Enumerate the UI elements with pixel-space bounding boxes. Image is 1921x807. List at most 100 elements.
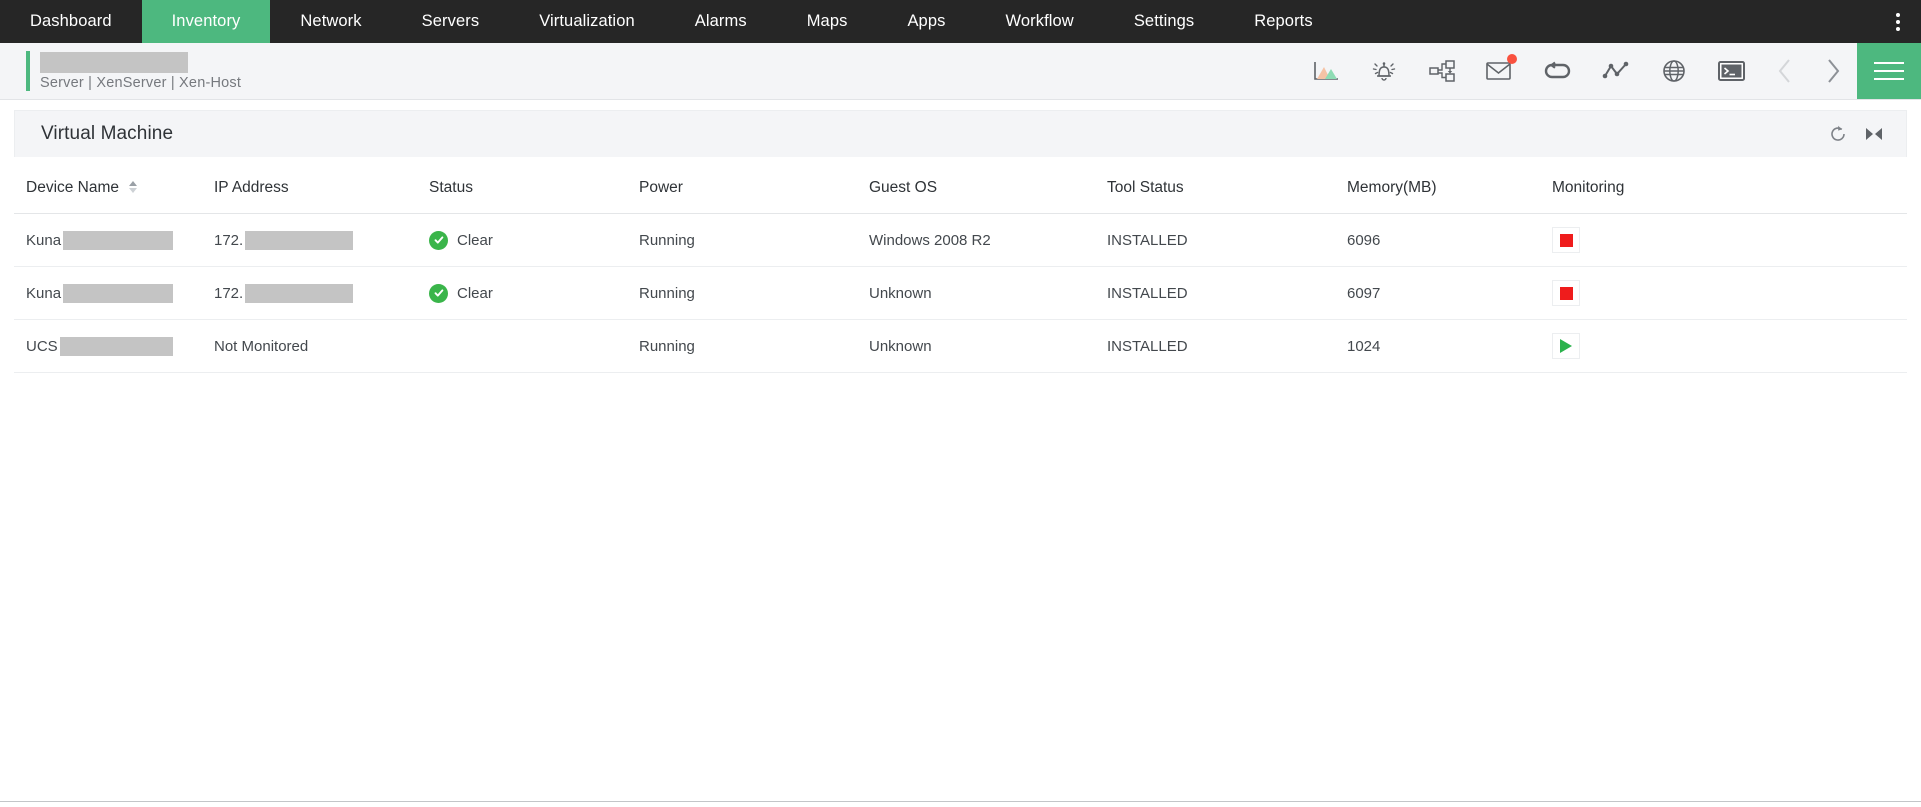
cell-tool-status: INSTALLED [1107,266,1347,320]
mail-icon[interactable] [1471,43,1529,100]
nav-item-dashboard[interactable]: Dashboard [0,0,142,43]
cell-status: Clear [429,213,639,267]
chevron-left-icon[interactable] [1761,43,1809,100]
cell-device-name: Kuna [14,266,214,320]
status-badge: Clear [429,230,639,250]
cell-device-name: UCS [14,319,214,373]
hamburger-line [1874,62,1904,64]
nav-item-workflow[interactable]: Workflow [975,0,1103,43]
play-triangle-glyph [1560,339,1572,353]
nav-item-apps[interactable]: Apps [877,0,975,43]
column-header-monitoring[interactable]: Monitoring [1552,157,1907,214]
breadcrumb-accent-bar [26,51,30,91]
status-badge: Clear [429,283,639,303]
collapse-expand-icon[interactable] [1864,124,1884,144]
play-triangle-icon[interactable] [1552,333,1580,359]
cell-tool-status: INSTALLED [1107,319,1347,373]
column-header-device-name[interactable]: Device Name [14,157,214,214]
device-name-text: Kuna [26,231,62,249]
cell-ip-address: 172. [214,266,429,320]
cell-guest-os: Unknown [869,319,1107,373]
check-circle-icon [429,230,448,250]
device-name-wrap: Kuna [26,283,214,303]
footer-divider [0,801,1921,802]
workflow-icon[interactable] [1413,43,1471,100]
cell-guest-os: Unknown [869,266,1107,320]
nav-item-maps[interactable]: Maps [777,0,878,43]
cell-monitoring [1552,319,1907,373]
hamburger-line [1874,70,1904,72]
column-header-ip-address[interactable]: IP Address [214,157,429,214]
header-toolbar [1297,43,1921,99]
table-body: Kuna 172. Clear Running Windows 2008 R2 … [14,213,1907,373]
cell-ip-address: Not Monitored [214,319,429,373]
column-header-tool-status[interactable]: Tool Status [1107,157,1347,214]
more-vertical-icon[interactable] [1875,0,1921,43]
cell-memory: 1024 [1347,319,1552,373]
breadcrumb: Server | XenServer | Xen-Host [0,43,241,99]
check-circle-icon [429,283,448,303]
stop-square-glyph [1559,233,1573,247]
card-action-group [1828,124,1884,144]
status-text: Clear [457,231,493,249]
nav-item-network[interactable]: Network [270,0,391,43]
virtual-machine-table: Device Name IP Address Status Power Gues… [14,157,1907,373]
device-name-redacted [59,336,173,356]
nav-item-settings[interactable]: Settings [1104,0,1224,43]
column-header-guest-os[interactable]: Guest OS [869,157,1107,214]
page-title: Virtual Machine [41,123,174,144]
globe-icon[interactable] [1645,43,1703,100]
column-header-memory[interactable]: Memory(MB) [1347,157,1552,214]
column-label: Device Name [26,179,120,196]
hamburger-line [1874,78,1904,80]
table-header-row: Device Name IP Address Status Power Gues… [14,157,1907,214]
breadcrumb-path: Server | XenServer | Xen-Host [40,74,242,91]
device-name-wrap: Kuna [26,230,214,250]
alarm-bell-icon[interactable] [1355,43,1413,100]
table-row[interactable]: Kuna 172. [14,266,1907,320]
cell-status [429,319,639,373]
virtual-machine-card: Virtual Machine Device Name IP Address S… [14,110,1907,373]
chevron-right-icon[interactable] [1809,43,1857,100]
sub-header-bar: Server | XenServer | Xen-Host [0,43,1921,100]
nav-item-alarms[interactable]: Alarms [665,0,777,43]
cell-power: Running [639,266,869,320]
column-header-status[interactable]: Status [429,157,639,214]
link-loop-icon[interactable] [1529,43,1587,100]
stop-square-glyph [1559,286,1573,300]
hamburger-menu-icon[interactable] [1857,43,1921,99]
table-row[interactable]: Kuna 172. [14,213,1907,267]
nav-item-inventory[interactable]: Inventory [141,0,271,43]
refresh-icon[interactable] [1828,124,1848,144]
cell-monitoring [1552,266,1907,320]
area-chart-icon[interactable] [1297,43,1355,100]
nav-item-servers[interactable]: Servers [392,0,510,43]
ip-redacted [245,230,354,250]
terminal-icon[interactable] [1703,43,1761,100]
nav-item-virtualization[interactable]: Virtualization [509,0,665,43]
device-name-redacted [63,230,174,250]
cell-memory: 6097 [1347,266,1552,320]
kebab-dot [1896,26,1900,31]
status-text: Clear [457,284,493,302]
device-name-text: UCS [26,337,58,355]
stop-square-icon[interactable] [1552,227,1580,253]
column-header-power[interactable]: Power [639,157,869,214]
ip-wrap: 172. [214,230,429,250]
ip-wrap: 172. [214,283,429,303]
table-header: Device Name IP Address Status Power Gues… [14,157,1907,214]
cell-power: Running [639,319,869,373]
sort-arrows-icon[interactable] [129,180,138,193]
line-chart-icon[interactable] [1587,43,1645,100]
stop-square-icon[interactable] [1552,280,1580,306]
cell-device-name: Kuna [14,213,214,267]
device-name-redacted [63,283,174,303]
mail-notification-badge [1507,53,1517,64]
table-row[interactable]: UCS Not Monitored Running Unknown INSTAL… [14,319,1907,373]
cell-tool-status: INSTALLED [1107,213,1347,267]
device-name-wrap: UCS [26,336,214,356]
nav-item-reports[interactable]: Reports [1224,0,1342,43]
device-title-redacted [40,51,188,73]
cell-monitoring [1552,213,1907,267]
